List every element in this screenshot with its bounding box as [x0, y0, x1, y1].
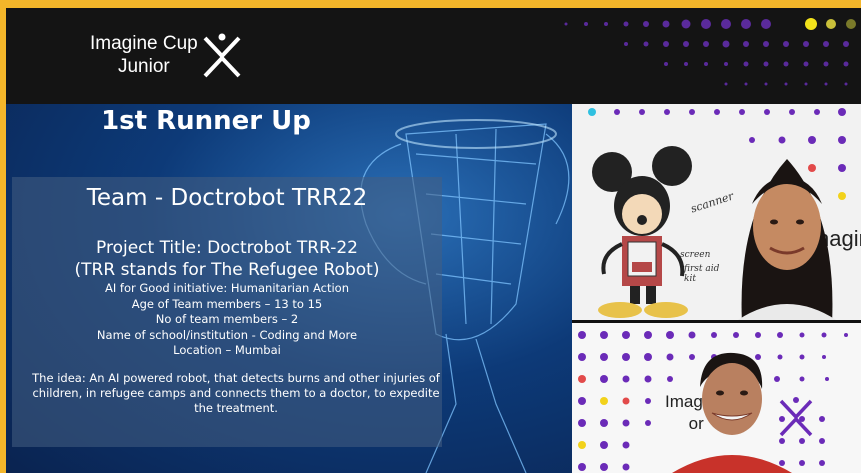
participant-1-avatar	[737, 159, 837, 320]
video-frame: Imagine Cup Junior 1st Runner Up Team - …	[6, 8, 861, 473]
fact-initiative: AI for Good initiative: Humanitarian Act…	[104, 281, 350, 295]
participant-2-avatar	[672, 352, 792, 473]
participant-video-1: nagin scanner screen first aid kit	[572, 104, 861, 320]
presentation-slide: 1st Runner Up Team - Doctrobot TRR22 Pro…	[6, 104, 572, 473]
team-facts: AI for Good initiative: Humanitarian Act…	[12, 281, 442, 359]
fact-members: No of team members – 2	[155, 312, 299, 326]
project-idea: The idea: An AI powered robot, that dete…	[32, 371, 440, 415]
slide-title: 1st Runner Up	[101, 106, 311, 136]
project-title: Project Title: Doctrobot TRR-22 (TRR sta…	[12, 237, 442, 281]
imagine-cup-x-icon	[203, 33, 241, 78]
participant-video-2: Imag o or	[572, 323, 861, 473]
fact-school: Name of school/institution - Coding and …	[96, 327, 358, 342]
slide-info-panel: Team - Doctrobot TRR22 Project Title: Do…	[12, 177, 442, 447]
fact-location: Location – Mumbai	[173, 343, 281, 357]
project-title-line1: Project Title: Doctrobot TRR-22	[96, 238, 358, 258]
logo-line2: Junior	[117, 56, 170, 77]
team-name: Team - Doctrobot TRR22	[86, 185, 368, 211]
project-title-line2: (TRR stands for The Refugee Robot)	[74, 260, 380, 280]
fact-age: Age of Team members – 13 to 15	[131, 296, 323, 311]
imagine-cup-logo-text: Imagine Cup Junior	[90, 32, 198, 78]
drawing-label-screen: screen	[680, 250, 711, 260]
decorative-dots	[564, 18, 856, 86]
logo-line1: Imagine Cup	[90, 33, 198, 54]
drawing-label-first-aid: first aid kit	[684, 264, 720, 284]
event-header: Imagine Cup Junior	[6, 8, 861, 104]
mickey-drawing-icon	[592, 146, 692, 318]
